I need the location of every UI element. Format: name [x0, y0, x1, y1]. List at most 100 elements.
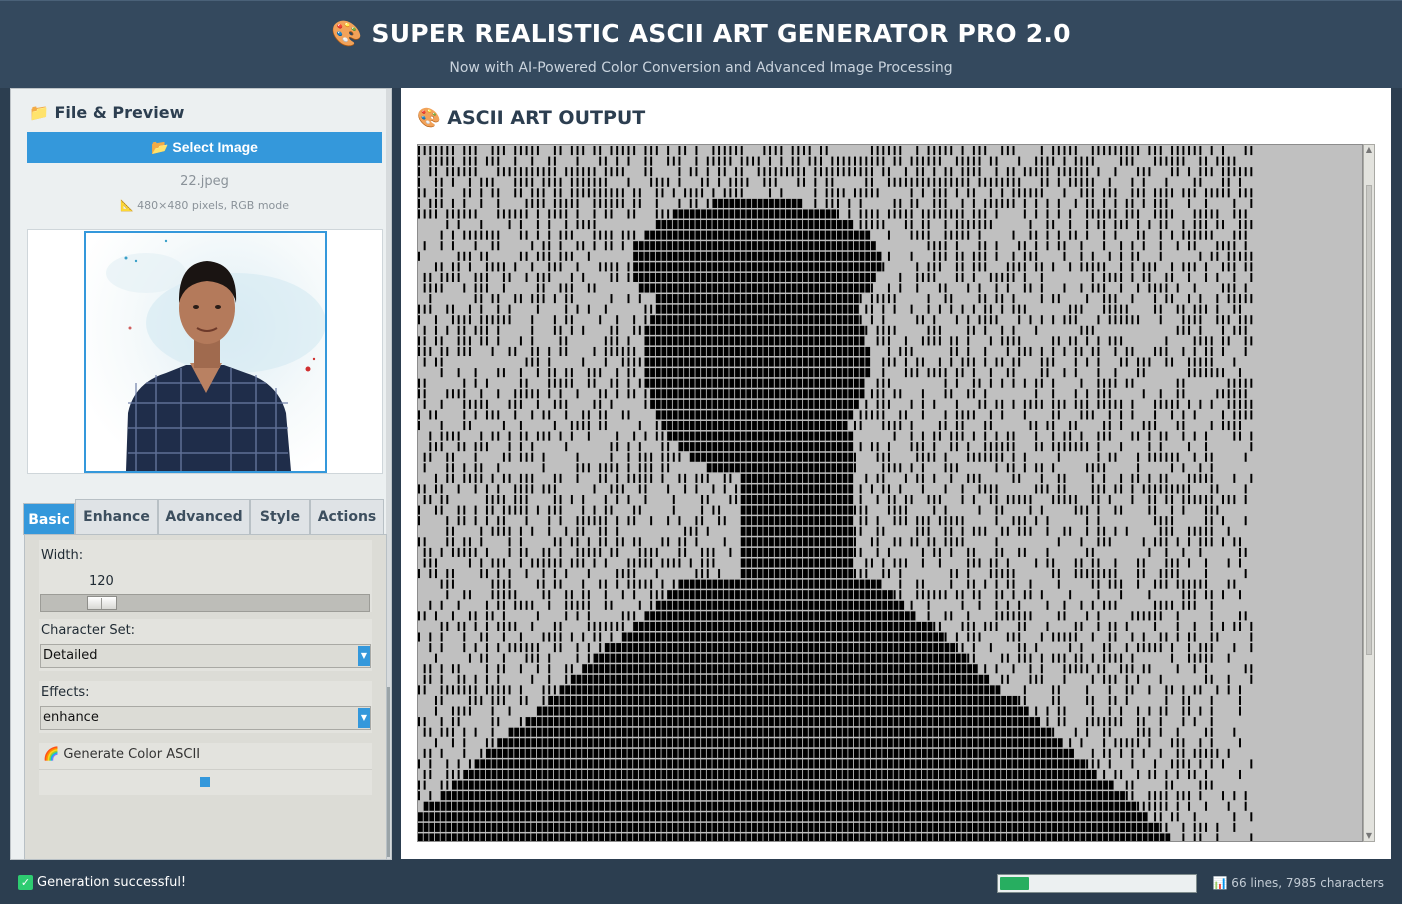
- ascii-char-cell: [984, 294, 987, 304]
- ascii-char-cell: [650, 262, 655, 272]
- ascii-char-cell: [893, 611, 899, 621]
- tab-advanced[interactable]: Advanced: [158, 499, 250, 534]
- ascii-char-cell: [1159, 315, 1162, 325]
- ascii-char-cell: [519, 643, 522, 653]
- ascii-char-cell: [621, 717, 627, 727]
- ascii-char-cell: [542, 431, 545, 441]
- ascii-char-cell: [780, 272, 786, 282]
- ascii-char-cell: [757, 325, 763, 335]
- ascii-char-cell: [803, 452, 808, 462]
- ascii-char-cell: [582, 579, 585, 589]
- ascii-char-cell: [678, 632, 684, 642]
- ascii-char-cell: [684, 695, 689, 706]
- ascii-char-cell: [955, 685, 961, 695]
- ascii-char-cell: [621, 241, 624, 251]
- ascii-char-cell: [723, 325, 729, 335]
- ascii-char-cell: [616, 378, 619, 388]
- ascii-char-cell: [423, 241, 426, 251]
- ascii-char-cell: [723, 674, 729, 684]
- ascii-char-cell: [723, 283, 729, 293]
- ascii-char-cell: [627, 717, 633, 727]
- ascii-char-cell: [582, 600, 585, 610]
- ascii-char-cell: [757, 357, 763, 367]
- left-scroll-thumb[interactable]: [387, 687, 390, 857]
- ascii-char-cell: [865, 251, 871, 261]
- ascii-char-cell: [712, 304, 718, 314]
- ascii-char-cell: [1165, 473, 1168, 483]
- ascii-char-cell: [910, 346, 913, 357]
- effects-select[interactable]: enhance ▼: [40, 706, 371, 730]
- width-slider-handle[interactable]: [87, 596, 117, 610]
- ascii-char-cell: [786, 378, 791, 388]
- chevron-down-icon[interactable]: ▼: [358, 646, 370, 666]
- ascii-char-cell: [689, 579, 695, 589]
- ascii-char-cell: [706, 378, 712, 388]
- ascii-char-cell: [786, 600, 791, 610]
- ascii-char-cell: [769, 495, 774, 505]
- charset-select[interactable]: Detailed ▼: [40, 644, 371, 668]
- ascii-char-cell: [1222, 241, 1225, 251]
- ascii-char-cell: [531, 653, 534, 663]
- ascii-char-cell: [638, 272, 644, 282]
- ascii-char-cell: [497, 410, 500, 420]
- ascii-char-cell: [1018, 346, 1021, 357]
- ascii-char-cell: [774, 283, 780, 293]
- chevron-down-icon[interactable]: ▼: [358, 708, 370, 728]
- ascii-char-cell: [576, 198, 579, 208]
- ascii-char-cell: [921, 717, 927, 727]
- ascii-char-cell: [457, 167, 460, 177]
- ascii-char-cell: [825, 643, 831, 653]
- ascii-char-cell: [797, 198, 803, 208]
- tab-style[interactable]: Style: [250, 499, 310, 534]
- ascii-char-cell: [536, 664, 539, 674]
- ascii-char-cell: [1097, 368, 1100, 378]
- ascii-char-cell: [786, 516, 791, 526]
- ascii-char-cell: [559, 177, 562, 187]
- ascii-char-cell: [1006, 346, 1009, 357]
- ascii-char-cell: [1063, 442, 1066, 452]
- ascii-char-cell: [684, 484, 687, 494]
- ascii-char-cell: [684, 420, 689, 431]
- tab-basic[interactable]: Basic: [23, 503, 75, 535]
- ascii-char-cell: [944, 643, 950, 653]
- ascii-char-cell: [1023, 399, 1026, 409]
- ascii-art-output[interactable]: [417, 144, 1363, 842]
- ascii-char-cell: [627, 410, 630, 420]
- ascii-char-cell: [627, 558, 630, 568]
- tab-actions[interactable]: Actions: [310, 499, 384, 534]
- ascii-char-cell: [865, 579, 871, 589]
- ascii-char-cell: [842, 643, 848, 653]
- ascii-char-cell: [791, 653, 797, 663]
- ascii-char-cell: [899, 177, 902, 187]
- ascii-char-cell: [1159, 600, 1162, 610]
- ascii-char-cell: [820, 600, 825, 610]
- ascii-char-cell: [446, 156, 449, 166]
- select-image-button[interactable]: 📂 Select Image: [27, 132, 382, 163]
- ascii-char-cell: [695, 717, 701, 727]
- ascii-char-cell: [1012, 473, 1015, 483]
- ascii-char-cell: [757, 389, 763, 399]
- ascii-char-cell: [678, 410, 684, 420]
- ascii-char-cell: [740, 241, 746, 251]
- ascii-char-cell: [848, 695, 854, 706]
- ascii-char-cell: [1159, 251, 1162, 261]
- ascii-char-cell: [1176, 484, 1179, 494]
- ascii-char-cell: [1086, 695, 1089, 706]
- ascii-char-cell: [763, 420, 769, 431]
- ascii-char-cell: [848, 452, 854, 462]
- ascii-char-cell: [1154, 399, 1157, 409]
- ascii-char-cell: [791, 452, 797, 462]
- color-ascii-checkbox[interactable]: [200, 777, 210, 787]
- ascii-char-cell: [1193, 410, 1196, 420]
- ascii-char-cell: [972, 357, 975, 367]
- ascii-char-cell: [1103, 294, 1106, 304]
- ascii-char-cell: [1154, 188, 1157, 198]
- ascii-char-cell: [616, 346, 619, 357]
- tab-enhance[interactable]: Enhance: [75, 499, 158, 534]
- ascii-char-cell: [684, 717, 689, 727]
- ascii-char-cell: [548, 547, 551, 557]
- ascii-char-cell: [820, 463, 825, 473]
- width-slider[interactable]: [40, 594, 370, 612]
- ascii-char-cell: [769, 294, 774, 304]
- ascii-char-cell: [774, 346, 780, 357]
